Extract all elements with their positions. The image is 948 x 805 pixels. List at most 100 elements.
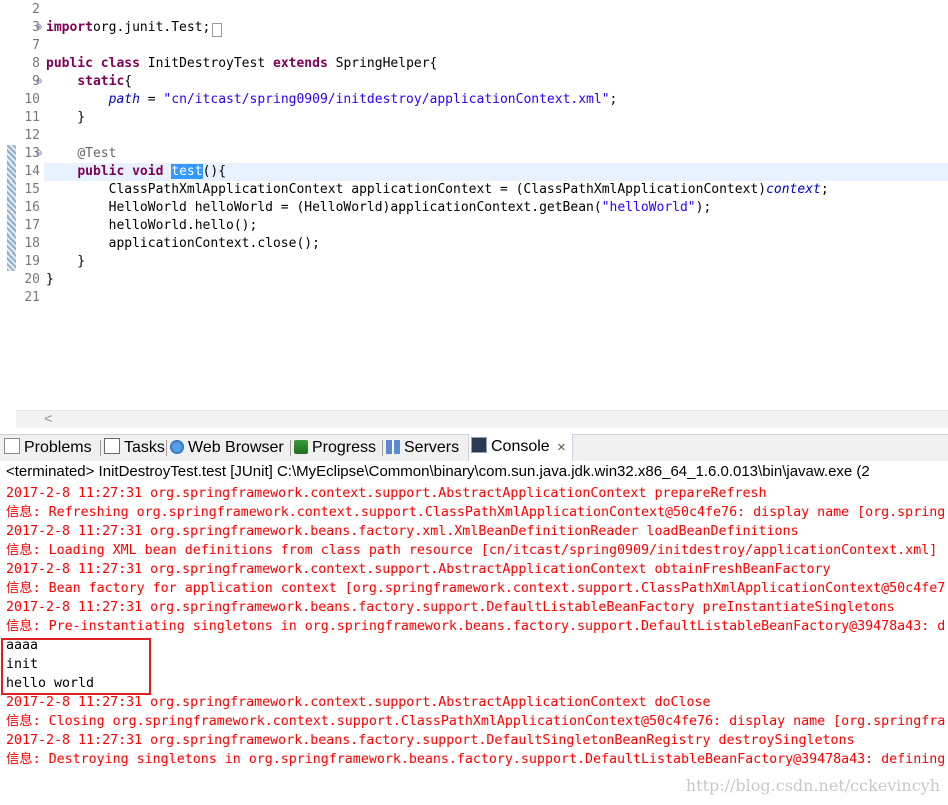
line-number: 15 xyxy=(24,182,40,197)
code-token: } xyxy=(46,110,86,125)
quick-diff-marker xyxy=(7,217,16,235)
code-token: import xyxy=(46,20,93,35)
code-token: org.junit.Test; xyxy=(92,20,211,35)
tasks-icon xyxy=(104,438,120,454)
tab-label: Web Browser xyxy=(188,439,284,456)
code-token: public xyxy=(46,56,93,71)
code-token: } xyxy=(46,272,54,287)
stderr-line: 2017-2-8 11:27:31 org.springframework.be… xyxy=(6,733,855,748)
code-line: } xyxy=(46,253,85,271)
console-process-description: <terminated> InitDestroyTest.test [JUnit… xyxy=(6,463,870,480)
stderr-line: 2017-2-8 11:27:31 org.springframework.be… xyxy=(6,524,799,539)
line-number: 8 xyxy=(32,56,40,71)
code-line: applicationContext.close(); xyxy=(46,235,320,253)
collapsed-imports-icon[interactable]: … xyxy=(212,23,223,37)
stderr-line: 信息: Refreshing org.springframework.conte… xyxy=(6,505,946,520)
tab-separator xyxy=(382,440,383,456)
tab-label: Tasks xyxy=(124,439,165,456)
code-token: @Test xyxy=(77,146,117,161)
stderr-line: 2017-2-8 11:27:31 org.springframework.co… xyxy=(6,486,767,501)
tab-separator xyxy=(100,440,101,456)
code-token: } xyxy=(46,254,86,269)
line-number: 20 xyxy=(24,272,40,287)
quick-diff-marker xyxy=(7,253,16,271)
tab-separator xyxy=(290,440,291,456)
line-number: 10 xyxy=(24,92,40,107)
tab-label: Progress xyxy=(312,439,377,456)
code-token: { xyxy=(124,74,133,89)
code-editor[interactable]: 2 3 ⊕ 7 8 9 ⊖ 10 11 12 13 ⊖ 14 15 16 17 18 19 20 21 importo… xyxy=(0,0,948,428)
code-token: = xyxy=(139,92,164,107)
code-token: extends xyxy=(273,56,328,71)
tab-label: Problems xyxy=(24,439,92,456)
line-number: 2 xyxy=(32,2,40,17)
stderr-line: 信息: Destroying singletons in org.springf… xyxy=(6,752,946,767)
code-token: HelloWorld helloWorld = (HelloWorld)appl… xyxy=(46,200,602,215)
code-token: SpringHelper{ xyxy=(327,56,438,71)
horizontal-scrollbar[interactable]: < xyxy=(16,410,948,428)
tab-tasks[interactable]: Tasks xyxy=(104,435,165,461)
tab-progress[interactable]: Progress xyxy=(294,435,376,461)
code-line: path = "cn/itcast/spring0909/initdestroy… xyxy=(46,91,618,109)
output-highlight-box xyxy=(1,638,151,695)
code-token: ; xyxy=(820,182,829,197)
problems-icon xyxy=(4,438,20,454)
tab-separator xyxy=(166,440,167,456)
code-token: helloWorld.hello(); xyxy=(46,218,258,233)
line-number: 18 xyxy=(24,236,40,251)
code-line: helloWorld.hello(); xyxy=(46,217,258,235)
code-line: ClassPathXmlApplicationContext applicati… xyxy=(46,181,829,199)
close-icon[interactable]: ✕ xyxy=(557,442,566,454)
console-view[interactable]: <terminated> InitDestroyTest.test [JUnit… xyxy=(0,461,948,805)
quick-diff-marker xyxy=(7,163,16,181)
code-token: ); xyxy=(695,200,712,215)
code-token: void xyxy=(132,164,164,179)
code-line: HelloWorld helloWorld = (HelloWorld)appl… xyxy=(46,199,712,217)
code-token: applicationContext.close(); xyxy=(46,236,320,251)
code-token: path xyxy=(108,92,140,107)
tab-console[interactable]: Console ✕ xyxy=(468,434,573,462)
code-token: context xyxy=(766,182,821,197)
progress-icon xyxy=(294,440,308,454)
line-number: 11 xyxy=(24,110,40,125)
code-line: @Test xyxy=(46,145,116,163)
code-token: static xyxy=(77,74,125,89)
stderr-line: 信息: Loading XML bean definitions from cl… xyxy=(6,543,938,558)
quick-diff-marker xyxy=(7,199,16,217)
code-token: "cn/itcast/spring0909/initdestroy/applic… xyxy=(163,92,610,107)
stderr-line: 2017-2-8 11:27:31 org.springframework.be… xyxy=(6,600,895,615)
code-area[interactable]: importorg.junit.Test;… public class InitD… xyxy=(44,0,948,410)
console-icon xyxy=(471,437,487,453)
tab-label: Console xyxy=(491,438,550,455)
line-number: 17 xyxy=(24,218,40,233)
tab-web-browser[interactable]: Web Browser xyxy=(170,435,284,461)
scroll-left-icon[interactable]: < xyxy=(44,411,52,427)
watermark: http://blog.csdn.net/cckevincyh xyxy=(685,776,940,795)
code-token: (){ xyxy=(202,164,227,179)
line-number: 19 xyxy=(24,254,40,269)
code-line: } xyxy=(46,271,54,289)
line-number: 7 xyxy=(32,38,40,53)
line-number: 16 xyxy=(24,200,40,215)
code-line: public class InitDestroyTest extends Spr… xyxy=(46,55,437,73)
tab-servers[interactable]: Servers xyxy=(386,435,459,461)
stderr-line: 信息: Bean factory for application context… xyxy=(6,581,946,596)
code-token: InitDestroyTest xyxy=(139,56,273,71)
view-tab-bar: Problems Tasks Web Browser Progress Servers C… xyxy=(0,434,948,462)
quick-diff-marker xyxy=(7,145,16,163)
code-line: public void test(){ xyxy=(46,163,226,181)
code-token: "helloWorld" xyxy=(601,200,696,215)
stderr-line: 信息: Closing org.springframework.context.… xyxy=(6,714,946,729)
line-number: 14 xyxy=(24,164,40,179)
web-browser-icon xyxy=(170,440,184,454)
code-token: public xyxy=(77,164,125,179)
tab-problems[interactable]: Problems xyxy=(4,435,92,461)
line-number: 21 xyxy=(24,290,40,305)
quick-diff-marker xyxy=(7,181,16,199)
